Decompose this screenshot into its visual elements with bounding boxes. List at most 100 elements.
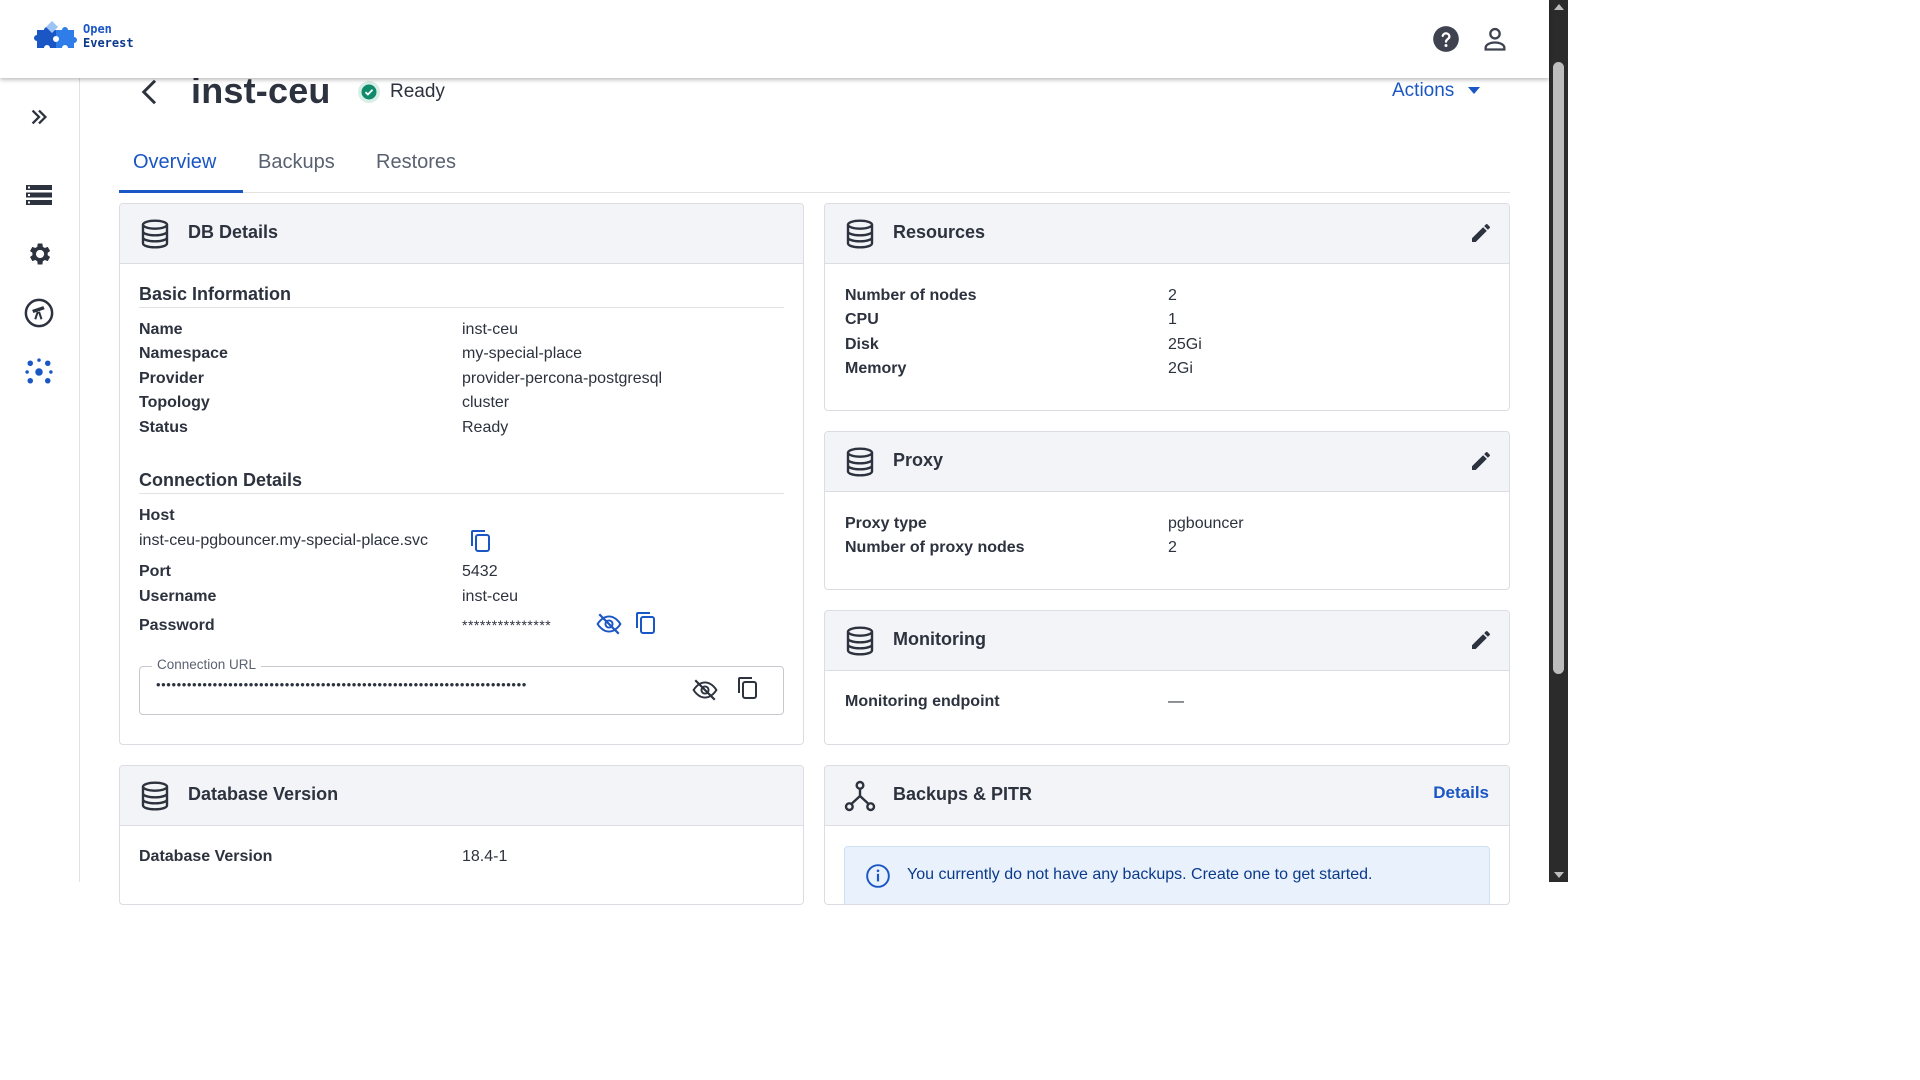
card-header: Database Version (120, 766, 803, 826)
backups-pitr-card: Backups & PITR Details You currently do … (824, 765, 1510, 905)
app-bar: Open Everest (0, 0, 1549, 78)
basic-information-heading: Basic Information (139, 284, 292, 304)
nodes-label: Number of nodes (845, 287, 977, 304)
side-navigation (0, 78, 80, 882)
database-version-card: Database Version Database Version 18.4-1 (119, 765, 804, 905)
copy-url-button[interactable] (736, 676, 762, 702)
provider-label: Provider (139, 370, 204, 387)
database-icon (846, 447, 874, 477)
monitoring-card: Monitoring Monitoring endpoint — (824, 610, 1510, 745)
nav-settings[interactable] (22, 237, 56, 271)
double-chevron-right-icon (31, 109, 48, 125)
card-header: Backups & PITR Details (825, 766, 1509, 826)
copy-host-button[interactable] (469, 529, 495, 555)
help-icon[interactable] (1432, 25, 1460, 53)
tab-restores[interactable]: Restores (376, 151, 456, 174)
cluster-nodes-icon (25, 358, 53, 384)
copy-password-button[interactable] (634, 611, 660, 637)
status-badge: Ready (357, 80, 445, 104)
connection-url-label: Connection URL (152, 657, 262, 672)
database-version-label: Database Version (139, 848, 273, 865)
card-title: Database Version (188, 784, 339, 804)
nav-databases[interactable] (22, 178, 56, 212)
puzzle-logo-icon (34, 21, 77, 48)
edit-proxy-button[interactable] (1469, 449, 1493, 473)
connection-url-value: ••••••••••••••••••••••••••••••••••••••••… (156, 677, 527, 692)
username-value: inst-ceu (462, 588, 519, 605)
card-header: Proxy (825, 432, 1509, 492)
open-everest-logo[interactable]: Open Everest (33, 20, 134, 52)
proxy-card: Proxy Proxy type pgbouncer Number of pro… (824, 431, 1510, 590)
arrow-back-icon (141, 79, 157, 105)
logo-text: Open Everest (83, 22, 134, 50)
namespace-label: Namespace (139, 345, 228, 362)
check-circle-icon (358, 81, 380, 103)
tab-overview[interactable]: Overview (133, 151, 216, 174)
cpu-label: CPU (845, 311, 879, 328)
connection-url-field[interactable]: Connection URL •••••••••••••••••••••••••… (139, 657, 784, 715)
telescope-icon (24, 298, 54, 328)
password-label: Password (139, 617, 215, 634)
resources-card: Resources Number of nodes 2 CPU 1 Disk 2… (824, 203, 1510, 411)
scroll-up-icon[interactable] (1554, 4, 1564, 10)
card-header: Resources (825, 204, 1509, 264)
database-icon (141, 781, 169, 811)
eye-off-icon (596, 613, 622, 635)
account-icon[interactable] (1481, 25, 1509, 53)
status-text: Ready (390, 81, 445, 102)
database-list-icon (26, 185, 52, 205)
expand-nav-button[interactable] (22, 100, 56, 134)
no-backups-info-banner: You currently do not have any backups. C… (844, 846, 1490, 904)
actions-label: Actions (1392, 80, 1455, 101)
no-backups-message: You currently do not have any backups. C… (907, 866, 1373, 883)
proxy-nodes-label: Number of proxy nodes (845, 539, 1025, 556)
card-title: Proxy (893, 450, 944, 470)
scrollbar-thumb[interactable] (1553, 62, 1564, 674)
name-value: inst-ceu (462, 321, 519, 338)
backups-details-link[interactable]: Details (1433, 783, 1489, 803)
divider (139, 307, 784, 308)
memory-value: 2Gi (1168, 360, 1193, 377)
toggle-password-visibility-button[interactable] (596, 611, 622, 637)
tab-backups[interactable]: Backups (258, 151, 335, 174)
back-button[interactable] (135, 76, 165, 108)
port-value: 5432 (462, 563, 498, 580)
edit-monitoring-button[interactable] (1469, 628, 1493, 652)
eye-off-icon (692, 679, 718, 701)
copy-icon (636, 612, 655, 634)
actions-button[interactable]: Actions (1392, 80, 1481, 102)
host-value: inst-ceu-pgbouncer.my-special-place.svc (139, 532, 429, 549)
tab-bar: Overview Backups Restores (119, 143, 1510, 193)
copy-icon (738, 677, 757, 699)
edit-resources-button[interactable] (1469, 221, 1493, 245)
database-icon (846, 219, 874, 249)
username-label: Username (139, 588, 217, 605)
port-label: Port (139, 563, 171, 580)
monitoring-endpoint-label: Monitoring endpoint (845, 693, 1000, 710)
namespace-value: my-special-place (462, 345, 583, 362)
monitoring-endpoint-value: — (1168, 693, 1184, 710)
pencil-icon (1472, 631, 1490, 649)
divider (139, 493, 784, 494)
gear-icon (30, 243, 51, 265)
toggle-url-visibility-button[interactable] (691, 677, 718, 703)
nav-clusters[interactable] (22, 355, 56, 389)
proxy-type-value: pgbouncer (1168, 515, 1244, 532)
database-version-value: 18.4-1 (462, 848, 508, 865)
cpu-value: 1 (1168, 311, 1177, 328)
card-title: Resources (893, 222, 986, 242)
scroll-down-icon[interactable] (1554, 872, 1564, 878)
password-value: *************** (462, 617, 552, 633)
card-title: Monitoring (893, 629, 986, 649)
proxy-type-label: Proxy type (845, 515, 927, 532)
page-scrollbar[interactable] (1549, 0, 1568, 882)
name-label: Name (139, 321, 183, 338)
host-label: Host (139, 507, 175, 524)
card-header: DB Details (120, 204, 803, 264)
db-details-card: DB Details Basic Information Name inst-c… (119, 203, 804, 745)
nav-monitoring[interactable] (22, 296, 56, 330)
proxy-nodes-value: 2 (1168, 539, 1177, 556)
memory-label: Memory (845, 360, 907, 377)
active-tab-indicator (119, 190, 243, 193)
card-header: Monitoring (825, 611, 1509, 671)
